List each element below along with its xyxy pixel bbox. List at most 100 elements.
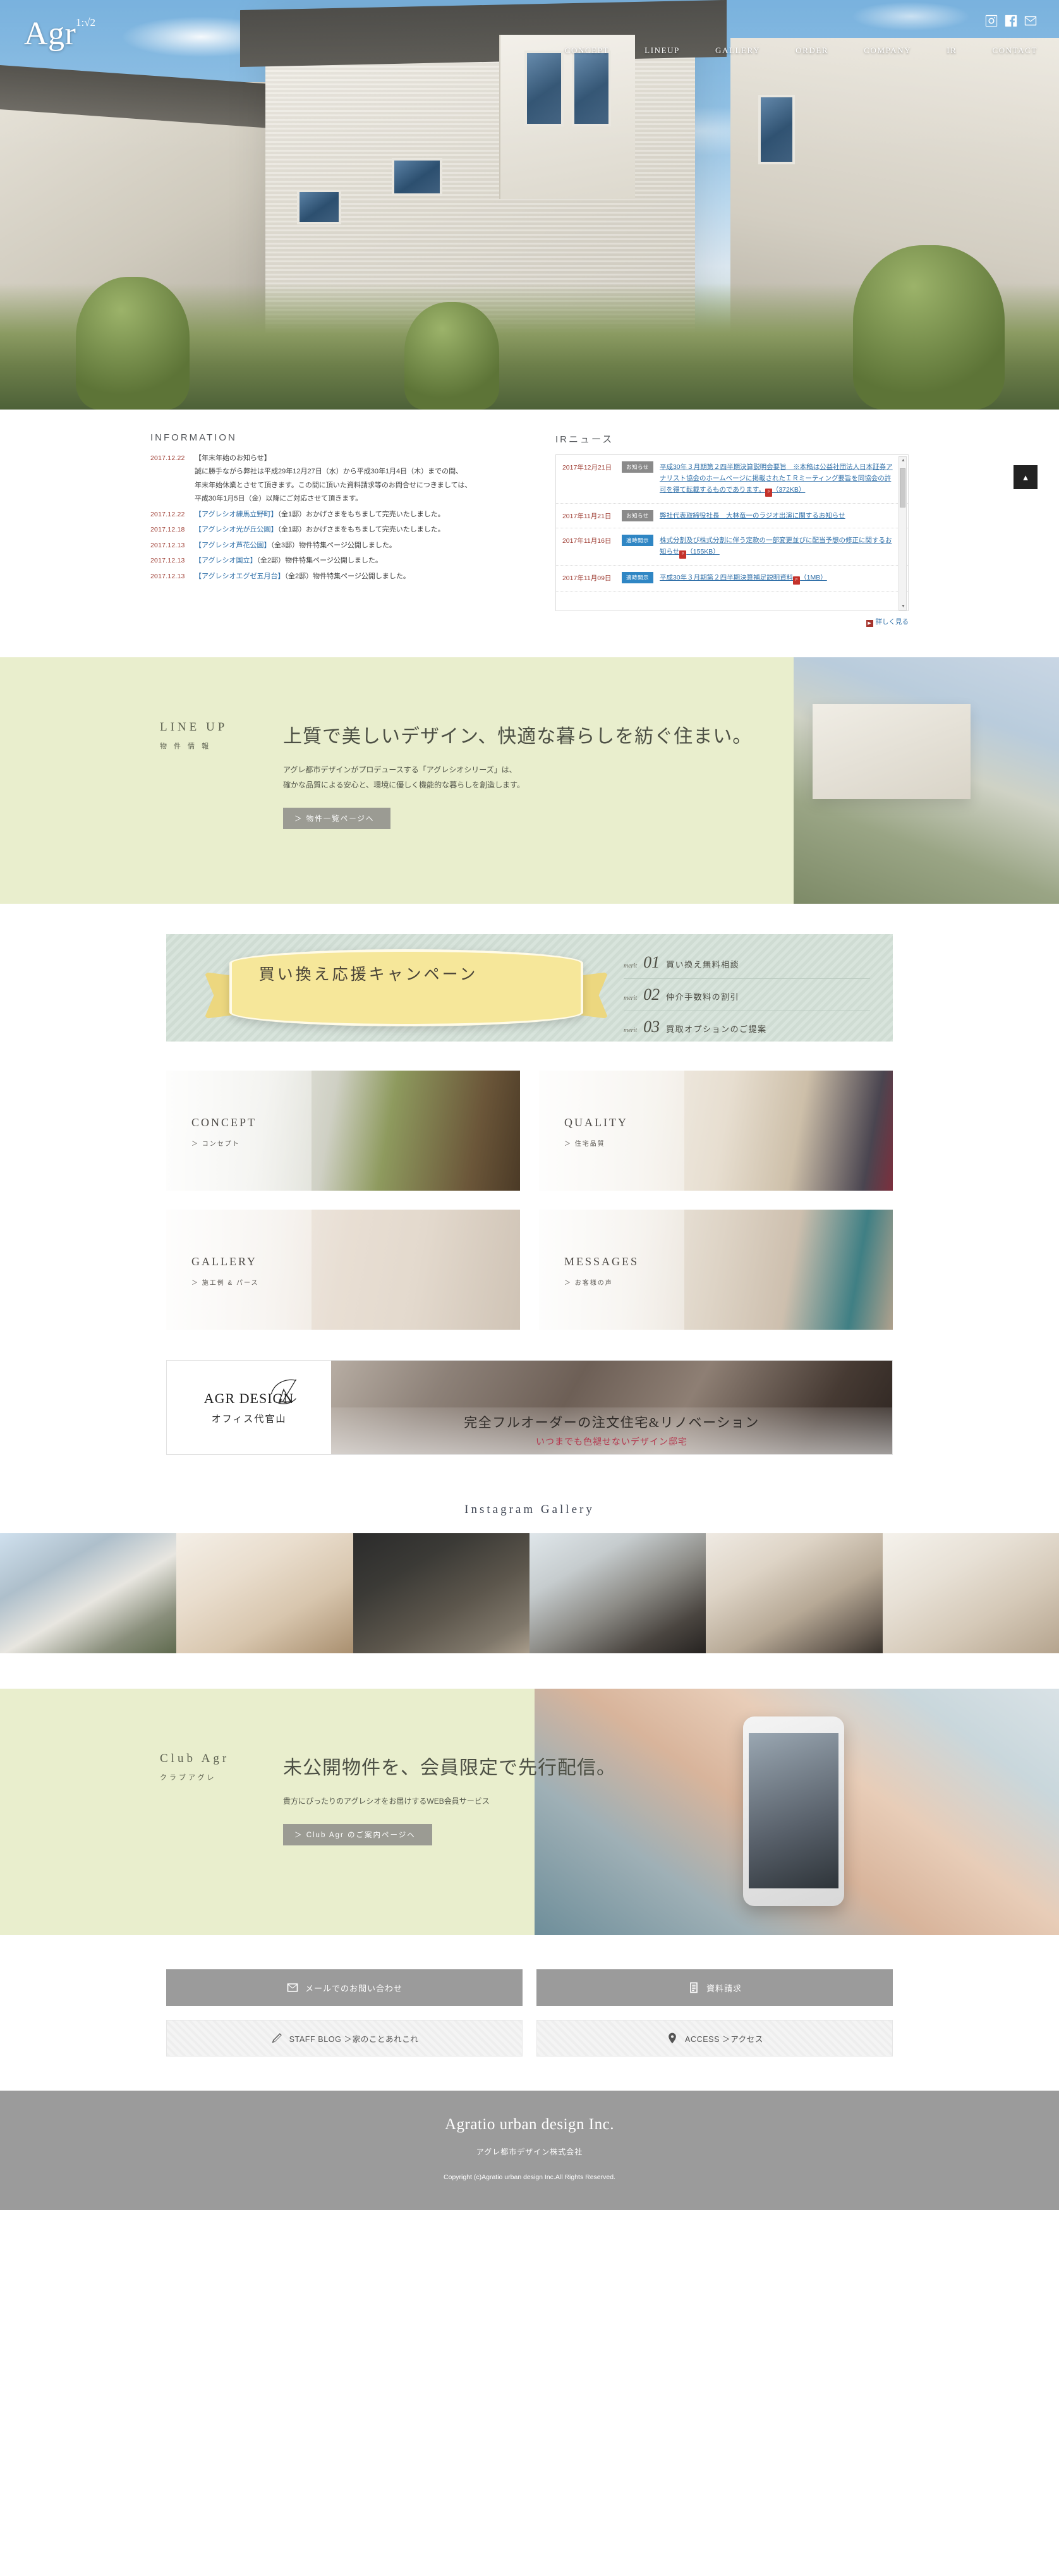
card-gallery[interactable]: GALLERY ＞ 施工例 & パース bbox=[166, 1210, 520, 1330]
site-logo[interactable]: Agr 1:√2 bbox=[24, 16, 95, 52]
contact-label: 資料請求 bbox=[706, 1983, 742, 1993]
scroll-up-icon[interactable]: ▲ bbox=[900, 458, 906, 463]
info-link[interactable]: 【アグレシオ国立】 bbox=[195, 557, 257, 564]
logo-text: Agr bbox=[24, 16, 76, 52]
ir-title: 平成30年３月期第２四半期決算補足説明資料 bbox=[659, 574, 794, 582]
instagram-icon[interactable] bbox=[984, 14, 998, 28]
club-title-en: Club Agr bbox=[160, 1752, 230, 1765]
news-section: INFORMATION 2017.12.22 【年末年始のお知らせ】 誠に勝手な… bbox=[0, 410, 1059, 657]
information-item[interactable]: 2017.12.13 【アグレシオ国立】（全2邸）物件特集ページ公開しました。 bbox=[150, 554, 529, 568]
ir-news-item[interactable]: 2017年12月21日 お知らせ 平成30年３月期第２四半期決算説明会要旨 ※本… bbox=[555, 455, 908, 504]
card-messages[interactable]: MESSAGES ＞ お客様の声 bbox=[539, 1210, 893, 1330]
site-footer: Agratio urban design Inc. アグレ都市デザイン株式会社 … bbox=[0, 2091, 1059, 2210]
mail-icon[interactable] bbox=[1024, 14, 1038, 28]
information-item[interactable]: 2017.12.13 【アグレシオエグゼ五月台】（全2邸）物件特集ページ公開しま… bbox=[150, 570, 529, 583]
pen-icon bbox=[272, 2033, 282, 2043]
campaign-banner[interactable]: 買い換え応援キャンペーン merit 01 買い換え無料相談 merit 02 … bbox=[166, 934, 893, 1042]
nav-item-ir[interactable]: IR bbox=[947, 46, 957, 56]
contact-label: STAFF BLOG ＞家のことあれこれ bbox=[289, 2034, 419, 2044]
agr-design-subcaption: いつまでも色褪せないデザイン邸宅 bbox=[536, 1437, 687, 1447]
instagram-photo[interactable] bbox=[529, 1533, 706, 1653]
info-link[interactable]: 【アグレシオ光が丘公園】 bbox=[195, 526, 277, 533]
staff-blog-button[interactable]: STAFF BLOG ＞家のことあれこれ bbox=[166, 2020, 523, 2057]
nav-item-gallery[interactable]: GALLERY bbox=[715, 46, 760, 56]
agr-design-banner[interactable]: AGR DESIGN オフィス代官山 完全フルオーダーの注文住宅&リノベーション… bbox=[166, 1360, 893, 1455]
main-navigation: CONCEPT LINEUP GALLERY ORDER COMPANY IR … bbox=[565, 46, 1038, 56]
nav-item-lineup[interactable]: LINEUP bbox=[644, 46, 680, 56]
information-item[interactable]: 2017.12.13 【アグレシオ芦花公園】（全3邸）物件特集ページ公開しました… bbox=[150, 539, 529, 552]
ir-news-item[interactable]: 2017年11月09日 適時開示 平成30年３月期第２四半期決算補足説明資料 P （… bbox=[555, 566, 908, 592]
document-icon bbox=[690, 1982, 698, 1993]
ir-news-column: IRニュース 2017年12月21日 お知らせ 平成30年３月期第２四半期決算説… bbox=[555, 432, 909, 627]
agr-design-caption: 完全フルオーダーの注文住宅&リノベーション bbox=[464, 1415, 759, 1430]
instagram-photo[interactable] bbox=[706, 1533, 883, 1653]
card-concept[interactable]: CONCEPT ＞ コンセプト bbox=[166, 1071, 520, 1191]
mail-icon bbox=[287, 1983, 298, 1992]
ir-text[interactable]: 株式分割及び株式分割に伴う定款の一部変更並びに配当予想の修正に関するお知らせ P （… bbox=[660, 535, 894, 559]
merit-text: 買取オプションのご提案 bbox=[666, 1024, 767, 1034]
club-agr-label: Club Agr クラブアグレ bbox=[160, 1752, 283, 1845]
nav-item-company[interactable]: COMPANY bbox=[864, 46, 911, 56]
instagram-photo[interactable] bbox=[0, 1533, 177, 1653]
ir-text[interactable]: 平成30年３月期第２四半期決算説明会要旨 ※本稿は公益社団法人日本証券アナリスト… bbox=[660, 461, 894, 497]
merit-number: 03 bbox=[643, 1018, 660, 1036]
information-item[interactable]: 2017.12.22 【アグレシオ練馬立野町】（全1邸）おかげさまをもちまして完… bbox=[150, 508, 529, 521]
ir-filesize: （1MB） bbox=[800, 574, 827, 582]
info-link[interactable]: 【アグレシオエグゼ五月台】 bbox=[195, 573, 284, 580]
scroll-to-top-button[interactable]: ▲ bbox=[1014, 465, 1038, 489]
instagram-photo[interactable] bbox=[176, 1533, 353, 1653]
info-text: （全2邸）物件特集ページ公開しました。 bbox=[284, 572, 410, 580]
nav-item-concept[interactable]: CONCEPT bbox=[565, 46, 609, 56]
agr-design-logo-area: AGR DESIGN オフィス代官山 bbox=[167, 1361, 331, 1454]
mail-contact-button[interactable]: メールでのお問い合わせ bbox=[166, 1969, 523, 2006]
merit-number: 02 bbox=[643, 985, 660, 1004]
instagram-photo[interactable] bbox=[882, 1533, 1059, 1653]
card-title-jp: ＞ 施工例 & パース bbox=[191, 1280, 259, 1287]
instagram-photo[interactable] bbox=[353, 1533, 530, 1653]
merit-text: 仲介手数料の割引 bbox=[666, 992, 740, 1002]
footer-company-name: Agratio urban design Inc. bbox=[445, 2116, 614, 2133]
card-quality[interactable]: QUALITY ＞ 住宅品質 bbox=[539, 1071, 893, 1191]
ir-news-item[interactable]: 2017年11月16日 適時開示 株式分割及び株式分割に伴う定款の一部変更並びに… bbox=[555, 528, 908, 566]
card-label: QUALITY ＞ 住宅品質 bbox=[564, 1116, 628, 1148]
pin-icon bbox=[669, 2032, 676, 2044]
ir-text[interactable]: 平成30年３月期第２四半期決算補足説明資料 P （1MB） bbox=[660, 572, 827, 585]
ribbon-body bbox=[229, 949, 583, 1026]
nav-item-order[interactable]: ORDER bbox=[796, 46, 828, 56]
campaign-ribbon bbox=[204, 949, 608, 1026]
info-line: 平成30年1月5日（金）以降にご対応させて頂きます。 bbox=[195, 495, 363, 503]
scroll-down-icon[interactable]: ▼ bbox=[900, 604, 906, 609]
club-title-jp: クラブアグレ bbox=[160, 1774, 217, 1782]
info-text: （全3邸）物件特集ページ公開しました。 bbox=[270, 541, 396, 549]
info-date: 2017.12.13 bbox=[150, 557, 185, 565]
ir-news-item[interactable]: 2017年11月21日 お知らせ 弊社代表取締役社長 大林竜一のラジオ出演に関す… bbox=[555, 504, 908, 529]
contact-label: メールでのお問い合わせ bbox=[305, 1983, 402, 1993]
scroll-thumb[interactable] bbox=[900, 468, 905, 507]
card-title-en: MESSAGES bbox=[564, 1255, 639, 1268]
info-link[interactable]: 【アグレシオ練馬立野町】 bbox=[195, 511, 277, 518]
lineup-headline: 上質で美しいデザイン、快適な暮らしを紡ぐ住まい。 bbox=[283, 726, 753, 747]
ir-date: 2017年11月21日 bbox=[562, 513, 612, 521]
info-text: （全1邸）おかげさまをもちまして完売いたしました。 bbox=[277, 526, 445, 534]
information-item[interactable]: 2017.12.18 【アグレシオ光が丘公園】（全1邸）おかげさまをもちまして完… bbox=[150, 523, 529, 537]
ir-more-link[interactable]: ▶ 詳しく見る bbox=[555, 617, 909, 627]
brochure-button[interactable]: 資料請求 bbox=[536, 1969, 893, 2006]
card-title-jp: ＞ お客様の声 bbox=[564, 1280, 613, 1287]
ir-text[interactable]: 弊社代表取締役社長 大林竜一のラジオ出演に関するお知らせ bbox=[660, 510, 845, 521]
play-icon: ▶ bbox=[866, 620, 873, 627]
merit-label: merit bbox=[624, 1027, 638, 1034]
access-button[interactable]: ACCESS ＞アクセス bbox=[536, 2020, 893, 2057]
info-link[interactable]: 【アグレシオ芦花公園】 bbox=[195, 542, 270, 549]
ir-date: 2017年12月21日 bbox=[562, 464, 612, 471]
merit-item: merit 01 買い換え無料相談 bbox=[624, 947, 870, 978]
nav-item-contact[interactable]: CONTACT bbox=[992, 46, 1038, 56]
instagram-gallery-heading: Instagram Gallery bbox=[464, 1503, 595, 1516]
lineup-list-button[interactable]: ＞ 物件一覧ページへ bbox=[283, 808, 391, 829]
info-date: 2017.12.13 bbox=[150, 541, 185, 549]
homepage: Agr 1:√2 CONCEPT LINEUP GALLERY ORDER CO… bbox=[0, 0, 1059, 2210]
facebook-icon[interactable] bbox=[1004, 14, 1018, 28]
information-item[interactable]: 2017.12.22 【年末年始のお知らせ】 誠に勝手ながら弊社は平成29年12… bbox=[150, 452, 529, 506]
ir-scrollbar[interactable]: ▲ ▼ bbox=[899, 456, 907, 611]
club-agr-button[interactable]: ＞ Club Agr のご案内ページへ bbox=[283, 1824, 432, 1845]
info-title: 【年末年始のお知らせ】 bbox=[195, 454, 271, 462]
